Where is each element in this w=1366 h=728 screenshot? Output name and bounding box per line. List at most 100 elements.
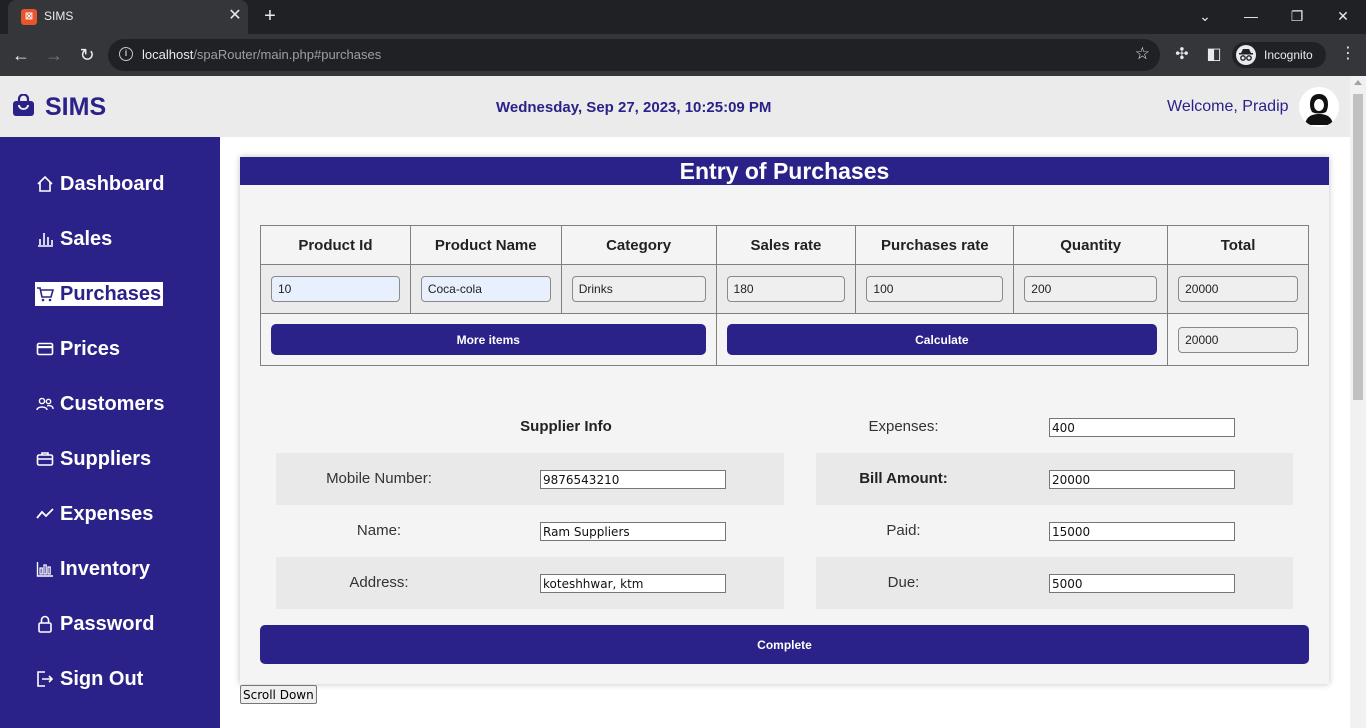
sidebar-item-label: Inventory [60, 557, 151, 580]
url-text[interactable]: localhost/spaRouter/main.php#purchases [142, 47, 381, 62]
sidebar-item-label: Sign Out [60, 667, 144, 690]
tab-search-chevron-icon[interactable]: ⌄ [1193, 6, 1217, 26]
table-row [260, 264, 1309, 314]
supplier-heading-row: Supplier Info [276, 401, 784, 453]
sign-out-icon [35, 669, 55, 689]
sidebar-item-expenses[interactable]: Expenses [35, 502, 153, 526]
row-total-input[interactable] [1178, 276, 1298, 302]
column-header: Total [1167, 225, 1309, 265]
incognito-icon [1236, 45, 1256, 65]
trend-icon [35, 504, 55, 524]
bookmark-star-icon[interactable]: ☆ [1135, 44, 1150, 64]
sidebar-item-sales[interactable]: Sales [35, 227, 112, 251]
browser-tab[interactable]: ⊠ SIMS ✕ [8, 0, 248, 34]
sidebar-item-sign-out[interactable]: Sign Out [35, 667, 143, 691]
minimize-icon[interactable]: — [1239, 6, 1263, 26]
brand-name[interactable]: SIMS [45, 93, 106, 122]
side-panel-icon[interactable]: ◧ [1204, 44, 1224, 64]
sidebar-item-suppliers[interactable]: Suppliers [35, 447, 151, 471]
mobile-number-field[interactable] [540, 470, 726, 489]
sidebar-item-label: Dashboard [60, 172, 165, 195]
browser-tabbar: ⊠ SIMS ✕ + ⌄ — ❐ ✕ [0, 0, 1366, 34]
calculate-button[interactable]: Calculate [726, 324, 1158, 355]
reload-icon[interactable]: ↻ [76, 44, 98, 66]
table-header-row: Product Id Product Name Category Sales r… [260, 225, 1309, 265]
sidebar-item-label: Expenses [60, 502, 154, 525]
name-label: Name: [356, 522, 402, 539]
supplier-info-heading: Supplier Info [520, 418, 612, 435]
briefcase-icon [35, 449, 55, 469]
bill-amount-field[interactable] [1049, 470, 1235, 489]
address-label: Address: [349, 574, 409, 591]
paid-row: Paid: [816, 505, 1293, 557]
column-header: Sales rate [715, 225, 857, 265]
people-icon [35, 394, 55, 414]
extensions-puzzle-icon[interactable]: ✣ [1172, 44, 1192, 64]
category-input[interactable] [571, 276, 706, 302]
chart-icon [35, 559, 55, 579]
supplier-name-field[interactable] [540, 522, 726, 541]
sales-rate-input[interactable] [726, 276, 846, 302]
column-header: Purchases rate [855, 225, 1015, 265]
mobile-row: Mobile Number: [276, 453, 784, 505]
column-header: Category [560, 225, 717, 265]
site-info-icon[interactable]: i [119, 47, 133, 61]
more-items-button[interactable]: More items [271, 324, 706, 355]
window-close-icon[interactable]: ✕ [1331, 6, 1355, 26]
column-header: Quantity [1013, 225, 1169, 265]
address-bar[interactable]: i localhost/spaRouter/main.php#purchases… [108, 39, 1160, 71]
scrollbar-thumb[interactable] [1353, 94, 1363, 400]
address-row: Address: [276, 557, 784, 609]
bill-amount-label: Bill Amount: [859, 470, 948, 487]
page-title: Entry of Purchases [240, 157, 1329, 185]
due-label: Due: [887, 574, 920, 591]
paid-label: Paid: [886, 522, 921, 539]
purchases-rate-input[interactable] [866, 276, 1004, 302]
sidebar-item-label: Purchases [60, 282, 162, 305]
sidebar-item-dashboard[interactable]: Dashboard [35, 172, 164, 196]
address-field[interactable] [540, 574, 726, 593]
restore-icon[interactable]: ❐ [1285, 6, 1309, 26]
purchase-items-table: Product Id Product Name Category Sales r… [260, 225, 1309, 366]
sidebar-item-customers[interactable]: Customers [35, 392, 164, 416]
tab-close-icon[interactable]: ✕ [225, 6, 245, 26]
scroll-up-arrow-icon[interactable] [1354, 80, 1362, 85]
forward-icon[interactable]: → [43, 44, 65, 66]
sidebar-item-inventory[interactable]: Inventory [35, 557, 150, 581]
app-header: SIMS Wednesday, Sep 27, 2023, 10:25:09 P… [0, 76, 1350, 137]
complete-button[interactable]: Complete [260, 625, 1309, 664]
new-tab-icon[interactable]: + [259, 5, 281, 27]
table-actions-row: More items Calculate [260, 313, 1309, 366]
incognito-label: Incognito [1264, 48, 1313, 62]
scroll-down-button[interactable]: Scroll Down [240, 685, 317, 704]
product-name-input[interactable] [420, 276, 551, 302]
expenses-field[interactable] [1049, 418, 1235, 437]
sidebar: Dashboard Sales Purchases Prices Custome… [0, 137, 220, 728]
user-avatar-icon[interactable] [1299, 87, 1339, 127]
paid-field[interactable] [1049, 522, 1235, 541]
product-id-input[interactable] [271, 276, 400, 302]
xampp-favicon-icon: ⊠ [21, 9, 37, 25]
due-field[interactable] [1049, 574, 1235, 593]
home-icon [35, 174, 55, 194]
back-icon[interactable]: ← [10, 44, 32, 66]
bar-chart-icon [35, 229, 55, 249]
name-row: Name: [276, 505, 784, 557]
sidebar-item-password[interactable]: Password [35, 612, 154, 636]
quantity-input[interactable] [1024, 276, 1158, 302]
url-host: localhost [142, 47, 194, 62]
cart-icon [35, 284, 55, 304]
expenses-row: Expenses: [816, 401, 1293, 453]
header-datetime: Wednesday, Sep 27, 2023, 10:25:09 PM [496, 99, 772, 116]
column-header: Product Name [409, 225, 562, 265]
lock-icon [35, 614, 55, 634]
browser-menu-icon[interactable]: ⋮ [1340, 43, 1356, 63]
browser-toolbar: ← → ↻ i localhost/spaRouter/main.php#pur… [0, 34, 1366, 76]
sidebar-item-prices[interactable]: Prices [35, 337, 120, 361]
page-viewport: SIMS Wednesday, Sep 27, 2023, 10:25:09 P… [0, 76, 1366, 728]
grand-total-input[interactable] [1178, 326, 1298, 353]
incognito-badge[interactable]: Incognito [1232, 42, 1326, 68]
due-row: Due: [816, 557, 1293, 609]
page-scrollbar[interactable] [1350, 76, 1366, 728]
sidebar-item-purchases[interactable]: Purchases [35, 282, 164, 306]
